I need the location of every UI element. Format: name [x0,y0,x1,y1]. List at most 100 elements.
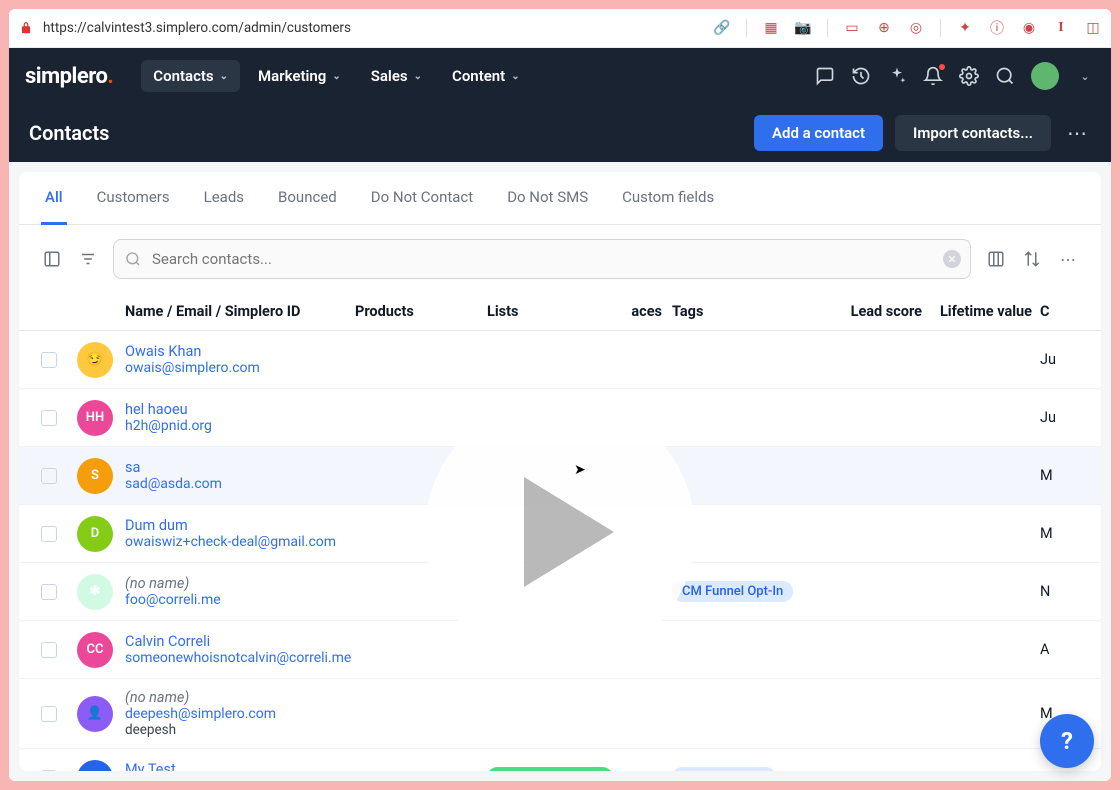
add-contact-button[interactable]: Add a contact [754,115,883,151]
col-life[interactable]: Lifetime value [922,303,1032,320]
tool-icon-1[interactable]: ▦ [763,20,779,36]
tag-badge[interactable]: GDPR consent [672,767,776,771]
col-lists[interactable]: Lists [487,303,617,320]
browser-url-bar: https://calvintest3.simplero.com/admin/c… [9,9,1111,48]
camera2-icon[interactable]: ◉ [1021,20,1037,36]
contact-name[interactable]: (no name) [125,689,355,706]
tag-badge[interactable]: CM Funnel Opt-In [672,581,793,602]
tab-dnc[interactable]: Do Not Contact [367,172,477,225]
sidebar-toggle-icon[interactable]: ◫ [1085,20,1101,36]
contact-avatar[interactable]: HH [77,400,113,436]
row-checkbox[interactable] [41,770,57,772]
info-icon[interactable]: ⓘ [989,20,1005,36]
contact-email[interactable]: foo@correli.me [125,592,355,608]
contact-avatar[interactable]: MT [77,760,113,772]
row-checkbox[interactable] [41,706,57,722]
help-button[interactable]: ? [1040,714,1094,768]
tab-customers[interactable]: Customers [93,172,174,225]
more-icon[interactable]: ⋯ [1063,121,1091,145]
contact-avatar[interactable]: 👤 [77,696,113,732]
chat-icon[interactable] [815,66,835,86]
columns-icon[interactable] [985,248,1007,270]
col-last[interactable]: C [1032,303,1056,320]
nav-content[interactable]: Content⌄ [440,60,532,92]
last-cell: M [1040,467,1053,484]
col-spaces[interactable]: aces [617,303,672,320]
link-icon[interactable]: 🔗 [714,20,730,36]
row-checkbox[interactable] [41,642,57,658]
table-row[interactable]: S sa sad@asda.com M [19,447,1101,505]
more-icon[interactable]: ⋯ [1057,248,1079,270]
contact-name[interactable]: My Test [125,761,355,771]
col-products[interactable]: Products [355,303,487,320]
contact-email[interactable]: someonewhoisnotcalvin@correli.me [125,650,355,666]
row-checkbox[interactable] [41,526,57,542]
row-checkbox[interactable] [41,410,57,426]
contact-avatar[interactable]: D [77,516,113,552]
tab-dnsms[interactable]: Do Not SMS [503,172,592,225]
globe-icon[interactable]: ⊕ [876,20,892,36]
table-row[interactable]: CC Calvin Correli someonewhoisnotcalvin@… [19,621,1101,679]
filter-icon[interactable] [77,248,99,270]
contact-email[interactable]: sad@asda.com [125,476,355,492]
tab-leads[interactable]: Leads [200,172,248,225]
last-cell: A [1040,641,1049,658]
gear-icon[interactable] [959,66,979,86]
search-input[interactable] [113,239,971,279]
contact-email[interactable]: deepesh@simplero.com [125,706,355,722]
contact-email[interactable]: h2h@pnid.org [125,418,355,434]
nav-sales[interactable]: Sales⌄ [359,60,434,92]
user-avatar[interactable] [1031,62,1059,90]
sort-icon[interactable] [1021,248,1043,270]
history-icon[interactable] [851,66,871,86]
row-checkbox[interactable] [41,352,57,368]
nav-contacts[interactable]: Contacts⌄ [141,60,240,92]
chevron-down-icon[interactable]: ⌄ [1075,66,1095,86]
bell-icon[interactable] [923,66,943,86]
puzzle-icon[interactable]: ✦ [957,20,973,36]
import-contacts-button[interactable]: Import contacts... [895,115,1051,151]
search-icon[interactable] [995,66,1015,86]
row-checkbox[interactable] [41,468,57,484]
i-icon[interactable]: I [1053,20,1069,36]
list-badge[interactable]: Calvin Test 3's N... [487,767,613,771]
url-text[interactable]: https://calvintest3.simplero.com/admin/c… [43,20,351,36]
row-checkbox[interactable] [41,584,57,600]
page-header: Contacts Add a contact Import contacts..… [9,104,1111,162]
tab-all[interactable]: All [41,172,67,225]
contact-name[interactable]: Calvin Correli [125,633,355,650]
contacts-table: Name / Email / Simplero ID Products List… [19,293,1101,771]
tab-bounced[interactable]: Bounced [274,172,341,225]
contact-name[interactable]: sa [125,459,355,476]
table-row[interactable]: MT My Test test@correli.me Calvin Test 3… [19,749,1101,771]
contact-name[interactable]: Dum dum [125,517,355,534]
col-name[interactable]: Name / Email / Simplero ID [125,303,355,320]
contact-name[interactable]: hel haoeu [125,401,355,418]
clear-search-icon[interactable]: ✕ [943,250,961,268]
contact-avatar[interactable]: 😏 [77,342,113,378]
top-nav: simplero. Contacts⌄ Marketing⌄ Sales⌄ Co… [9,48,1111,104]
col-tags[interactable]: Tags [672,303,822,320]
contact-name[interactable]: Owais Khan [125,343,355,360]
camera-icon[interactable]: 📷 [795,20,811,36]
browser-extension-icons: 🔗 ▦ 📷 ▭ ⊕ ◎ ✦ ⓘ ◉ I ◫ [714,19,1101,37]
contact-name[interactable]: (no name) [125,575,355,592]
table-row[interactable]: 👤 (no name) deepesh@simplero.com deepesh… [19,679,1101,749]
tab-custom[interactable]: Custom fields [618,172,718,225]
folder-icon[interactable]: ▭ [844,20,860,36]
sparkle-icon[interactable] [887,66,907,86]
contact-avatar[interactable]: CC [77,632,113,668]
table-row[interactable]: ❇ (no name) foo@correli.me CM Funnel Opt… [19,563,1101,621]
logo[interactable]: simplero. [25,64,113,89]
contact-email[interactable]: owais@simplero.com [125,360,355,376]
sidebar-toggle-icon[interactable] [41,248,63,270]
contact-email[interactable]: owaiswiz+check-deal@gmail.com [125,534,355,550]
table-row[interactable]: HH hel haoeu h2h@pnid.org Ju [19,389,1101,447]
table-row[interactable]: D Dum dum owaiswiz+check-deal@gmail.com … [19,505,1101,563]
contact-avatar[interactable]: S [77,458,113,494]
col-lead[interactable]: Lead score [822,303,922,320]
target-icon[interactable]: ◎ [908,20,924,36]
nav-marketing[interactable]: Marketing⌄ [246,60,353,92]
table-row[interactable]: 😏 Owais Khan owais@simplero.com Ju [19,331,1101,389]
contact-avatar[interactable]: ❇ [77,574,113,610]
